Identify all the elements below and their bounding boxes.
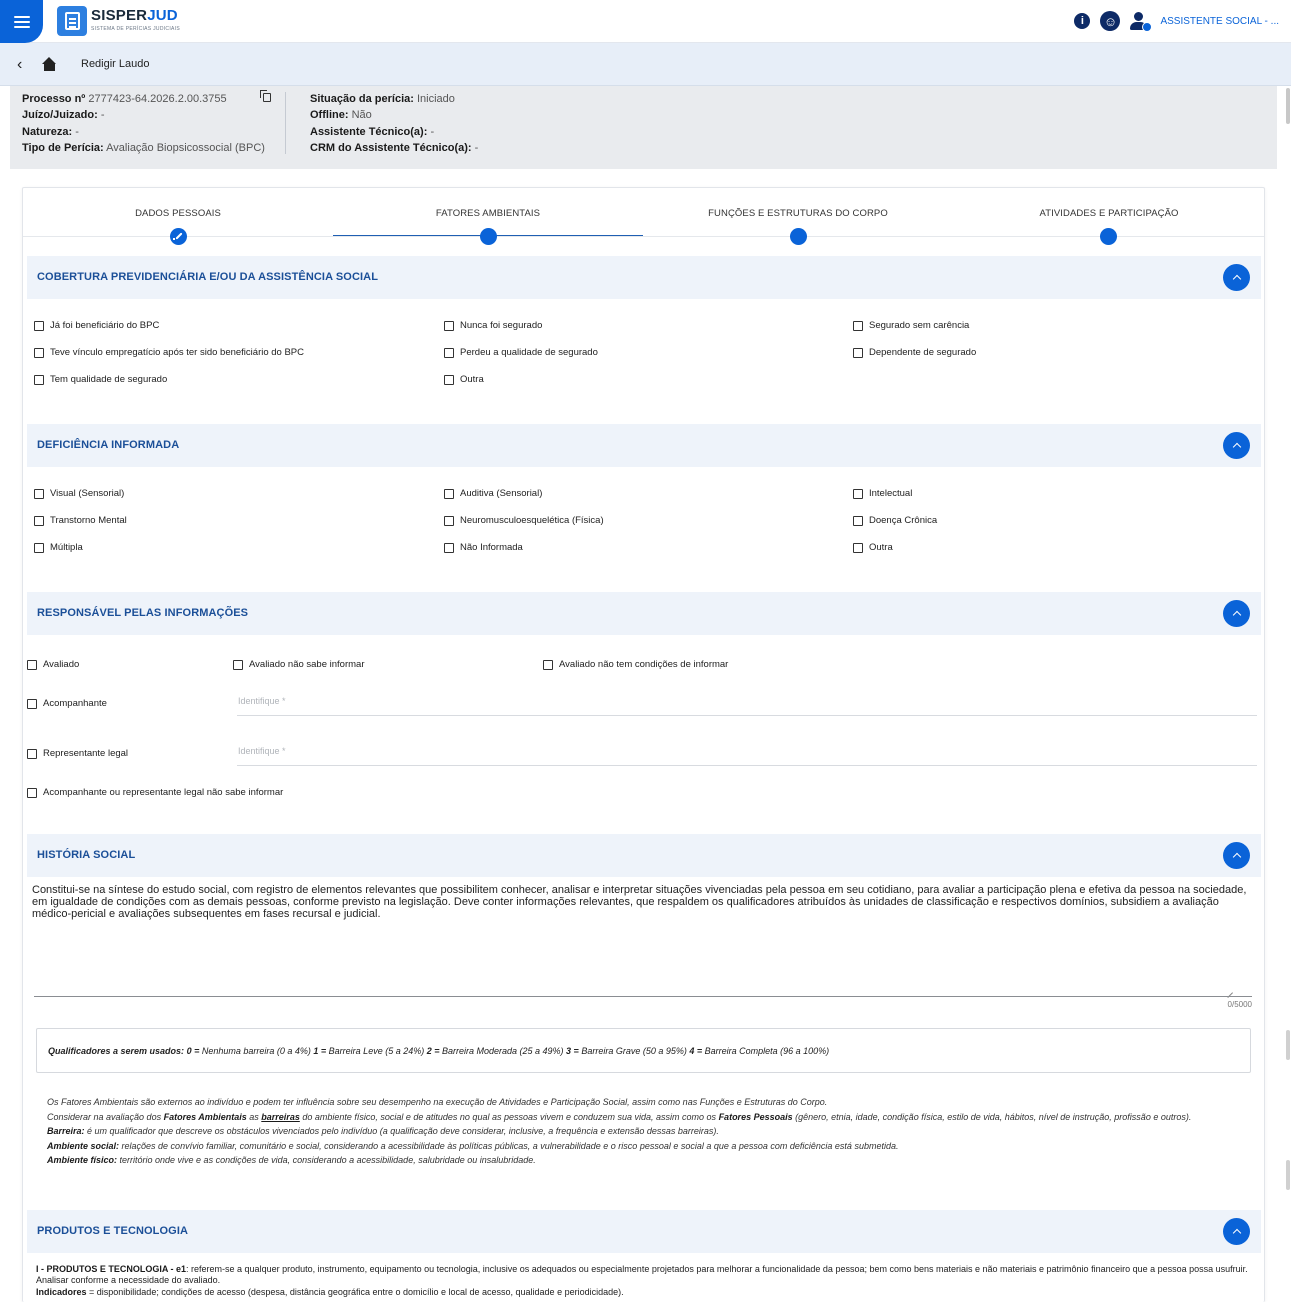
section-produtos-tecnologia: PRODUTOS E TECNOLOGIA bbox=[27, 1210, 1261, 1253]
checkbox-segurado-sem-carencia[interactable]: Segurado sem carência bbox=[853, 320, 969, 331]
stepper-divider bbox=[23, 236, 1264, 237]
checkbox-nunca-foi-segurado[interactable]: Nunca foi segurado bbox=[444, 320, 542, 331]
section-responsavel: RESPONSÁVEL PELAS INFORMAÇÕES bbox=[27, 592, 1261, 635]
step-funcoes-estruturas[interactable]: FUNÇÕES E ESTRUTURAS DO CORPO bbox=[668, 208, 928, 219]
user-name[interactable]: ASSISTENTE SOCIAL - ... bbox=[1160, 16, 1279, 27]
resize-handle-icon[interactable] bbox=[1226, 986, 1233, 993]
divider bbox=[285, 92, 286, 154]
step-edit-icon[interactable] bbox=[170, 228, 187, 245]
checkbox-dependente-segurado[interactable]: Dependente de segurado bbox=[853, 347, 976, 358]
checkbox-intelectual[interactable]: Intelectual bbox=[853, 488, 912, 499]
top-actions: i ☺ ASSISTENTE SOCIAL - ... bbox=[1074, 10, 1279, 32]
section-title: RESPONSÁVEL PELAS INFORMAÇÕES bbox=[37, 607, 249, 619]
breadcrumb-bar: ‹ Redigir Laudo bbox=[0, 43, 1291, 86]
produtos-description: I - PRODUTOS E TECNOLOGIA - e1: referem-… bbox=[36, 1264, 1248, 1297]
checkbox-nao-sabe-informar[interactable]: Acompanhante ou representante legal não … bbox=[27, 787, 283, 798]
scrollbar-marker bbox=[1286, 1030, 1290, 1060]
chevron-up-icon[interactable] bbox=[1223, 432, 1250, 459]
representante-identifique-input[interactable] bbox=[237, 736, 1257, 765]
fatores-ambientais-notes: Os Fatores Ambientais são externos ao in… bbox=[47, 1097, 1192, 1166]
textarea-underline bbox=[34, 996, 1252, 997]
top-bar: SISPERJUD SISTEMA DE PERÍCIAS JUDICIAIS … bbox=[0, 0, 1291, 43]
section-title: HISTÓRIA SOCIAL bbox=[37, 849, 136, 861]
checkbox-cobertura-outra[interactable]: Outra bbox=[444, 374, 484, 385]
checkbox-avaliado[interactable]: Avaliado bbox=[27, 659, 79, 670]
hamburger-menu-button[interactable] bbox=[0, 0, 43, 43]
step-dot-atividades[interactable] bbox=[1100, 228, 1117, 245]
scrollbar-thumb[interactable] bbox=[1286, 88, 1290, 124]
accessibility-icon[interactable]: ☺ bbox=[1100, 11, 1121, 31]
sisperjud-logo-icon bbox=[57, 6, 87, 36]
checkbox-doenca-cronica[interactable]: Doença Crônica bbox=[853, 515, 937, 526]
checkbox-nao-informada[interactable]: Não Informada bbox=[444, 542, 523, 553]
checkbox-ja-foi-beneficiario[interactable]: Já foi beneficiário do BPC bbox=[34, 320, 159, 331]
step-atividades-participacao[interactable]: ATIVIDADES E PARTICIPAÇÃO bbox=[979, 208, 1239, 219]
app-logo-subtitle: SISTEMA DE PERÍCIAS JUDICIAIS bbox=[91, 26, 180, 32]
section-deficiencia: DEFICIÊNCIA INFORMADA bbox=[27, 424, 1261, 467]
process-info-right: Situação da perícia: Iniciado Offline: N… bbox=[310, 93, 479, 154]
checkbox-transtorno-mental[interactable]: Transtorno Mental bbox=[34, 515, 127, 526]
checkbox-perdeu-qualidade[interactable]: Perdeu a qualidade de segurado bbox=[444, 347, 598, 358]
checkbox-visual[interactable]: Visual (Sensorial) bbox=[34, 488, 124, 499]
step-dot-funcoes[interactable] bbox=[790, 228, 807, 245]
chevron-up-icon[interactable] bbox=[1223, 600, 1250, 627]
section-title: COBERTURA PREVIDENCIÁRIA E/OU DA ASSISTÊ… bbox=[37, 271, 379, 283]
home-icon[interactable] bbox=[41, 57, 58, 72]
info-icon[interactable]: i bbox=[1074, 13, 1091, 29]
checkbox-auditiva[interactable]: Auditiva (Sensorial) bbox=[444, 488, 542, 499]
checkbox-deficiencia-outra[interactable]: Outra bbox=[853, 542, 893, 553]
step-fatores-ambientais[interactable]: FATORES AMBIENTAIS bbox=[358, 208, 618, 219]
section-title: DEFICIÊNCIA INFORMADA bbox=[37, 439, 180, 451]
checkbox-avaliado-sem-condicoes[interactable]: Avaliado não tem condições de informar bbox=[543, 659, 728, 670]
checkbox-multipla[interactable]: Múltipla bbox=[34, 542, 83, 553]
qualificadores-box: Qualificadores a serem usados: 0 = Nenhu… bbox=[36, 1028, 1251, 1073]
process-info-panel: Processo nº 2777423-64.2026.2.00.3755 Ju… bbox=[10, 86, 1277, 169]
checkbox-representante-legal[interactable]: Representante legal bbox=[27, 748, 128, 759]
checkbox-teve-vinculo[interactable]: Teve vínculo empregatício após ter sido … bbox=[34, 347, 304, 358]
chevron-up-icon[interactable] bbox=[1223, 264, 1250, 291]
scrollbar-marker bbox=[1286, 1160, 1290, 1190]
checkbox-neuromusculoesqueletica[interactable]: Neuromusculoesquelética (Física) bbox=[444, 515, 604, 526]
acompanhante-identifique-field[interactable] bbox=[237, 686, 1257, 716]
user-account-icon[interactable] bbox=[1130, 11, 1153, 32]
chevron-up-icon[interactable] bbox=[1223, 842, 1250, 869]
historia-social-textarea[interactable]: Constitui-se na síntese do estudo social… bbox=[32, 884, 1257, 920]
section-title: PRODUTOS E TECNOLOGIA bbox=[37, 1225, 189, 1237]
checkbox-tem-qualidade[interactable]: Tem qualidade de segurado bbox=[34, 374, 167, 385]
checkbox-acompanhante[interactable]: Acompanhante bbox=[27, 698, 107, 709]
process-info-left: Processo nº 2777423-64.2026.2.00.3755 Ju… bbox=[22, 93, 265, 154]
chevron-up-icon[interactable] bbox=[1223, 1218, 1250, 1245]
acompanhante-identifique-input[interactable] bbox=[237, 686, 1257, 715]
back-arrow-icon[interactable]: ‹ bbox=[17, 56, 22, 74]
copy-icon[interactable] bbox=[260, 90, 271, 102]
process-number: 2777423-64.2026.2.00.3755 bbox=[88, 93, 227, 105]
app-logo-text: SISPERJUD bbox=[91, 7, 178, 24]
step-dot-fatores[interactable] bbox=[480, 228, 497, 245]
hamburger-icon bbox=[13, 15, 30, 28]
checkbox-avaliado-nao-sabe[interactable]: Avaliado não sabe informar bbox=[233, 659, 364, 670]
step-dados-pessoais[interactable]: DADOS PESSOAIS bbox=[48, 208, 308, 219]
section-cobertura: COBERTURA PREVIDENCIÁRIA E/OU DA ASSISTÊ… bbox=[27, 256, 1261, 299]
qualificadores-text: Qualificadores a serem usados: 0 = Nenhu… bbox=[48, 1046, 830, 1056]
page-title: Redigir Laudo bbox=[81, 58, 150, 70]
character-counter: 0/5000 bbox=[1227, 1000, 1252, 1009]
section-historia-social: HISTÓRIA SOCIAL bbox=[27, 834, 1261, 877]
representante-identifique-field[interactable] bbox=[237, 736, 1257, 766]
